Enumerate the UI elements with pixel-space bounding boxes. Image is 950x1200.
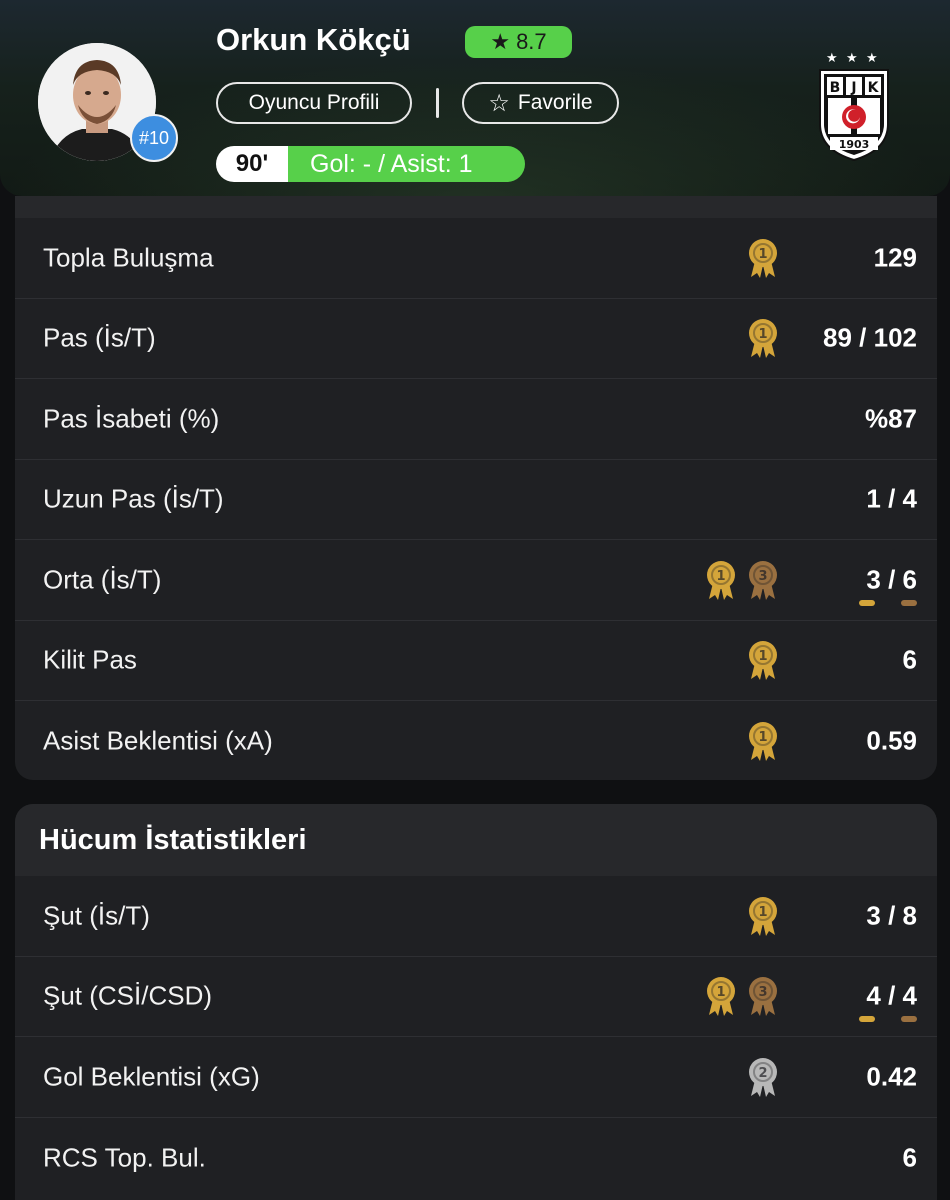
card-header: Hücum İstatistikleri [15, 804, 937, 876]
favorite-button[interactable]: ☆ Favorile [462, 82, 619, 124]
stat-row: RCS Top. Bul. 6 [15, 1118, 937, 1199]
stat-label: Pas İsabeti (%) [43, 403, 220, 434]
besiktas-crest-icon: ★ ★ ★ B J K 1903 [819, 51, 889, 162]
stat-row: Uzun Pas (İs/T) 1 / 4 [15, 460, 937, 540]
rank-indicator-gold [859, 1016, 875, 1022]
stat-value: 0.59 [866, 725, 917, 756]
medal-1-icon: 1 [747, 639, 779, 681]
stat-row: Pas (İs/T) 1 89 / 102 [15, 299, 937, 379]
stat-value: 4 / 4 [866, 980, 917, 1011]
player-name: Orkun Kökçü [216, 22, 411, 57]
medal-3-icon: 3 [747, 559, 779, 601]
svg-text:★: ★ [866, 51, 878, 66]
crest-letter: K [868, 80, 880, 96]
svg-text:1: 1 [758, 327, 767, 342]
svg-text:1: 1 [716, 985, 725, 1000]
medal-1-icon: 1 [747, 317, 779, 359]
stat-value: 89 / 102 [823, 322, 917, 353]
stat-value: 3 / 8 [866, 900, 917, 931]
rating-badge: ★ 8.7 [465, 26, 572, 58]
star-icon: ★ [490, 29, 511, 54]
attack-stats-card: Hücum İstatistikleri Şut (İs/T) 1 3 / 8 Şut… [15, 804, 937, 1200]
stat-label: Uzun Pas (İs/T) [43, 483, 224, 514]
crest-letter: B [830, 80, 841, 96]
medal-1-icon: 1 [705, 559, 737, 601]
goal-assist-summary: Gol: - / Asist: 1 [288, 146, 525, 182]
medal-1-icon: 1 [747, 895, 779, 937]
stat-label: Şut (CSİ/CSD) [43, 980, 213, 1011]
svg-text:2: 2 [758, 1066, 767, 1081]
svg-text:★: ★ [826, 51, 838, 66]
stat-label: Topla Buluşma [43, 242, 214, 273]
minutes-played: 90' [216, 146, 288, 182]
attack-stats-list: Şut (İs/T) 1 3 / 8 Şut (CSİ/CSD) 1 3 4 / 4 Gol … [15, 876, 937, 1198]
stat-value: 1 / 4 [866, 483, 917, 514]
stat-row: Gol Beklentisi (xG) 2 0.42 [15, 1037, 937, 1118]
svg-text:1: 1 [716, 569, 725, 584]
stat-label: Kilit Pas [43, 644, 137, 675]
rank-indicator-gold [859, 599, 875, 606]
stat-row: Kilit Pas 1 6 [15, 621, 937, 701]
stat-label: Şut (İs/T) [43, 900, 150, 931]
player-profile-button[interactable]: Oyuncu Profili [216, 82, 412, 124]
svg-text:1: 1 [758, 247, 767, 262]
stat-row: Şut (İs/T) 1 3 / 8 [15, 876, 937, 957]
player-header: #10 Orkun Kökçü ★ 8.7 Oyuncu Profili ☆ F… [0, 0, 950, 196]
medal-1-icon: 1 [747, 237, 779, 279]
stat-label: Pas (İs/T) [43, 322, 156, 353]
star-outline-icon: ☆ [488, 89, 510, 117]
stat-label: Orta (İs/T) [43, 564, 162, 595]
stat-value: 0.42 [866, 1061, 917, 1092]
club-logo[interactable]: ★ ★ ★ B J K 1903 [814, 46, 894, 164]
stat-row: Topla Buluşma 1 129 [15, 218, 937, 299]
rank-indicator-bronze [901, 1016, 917, 1022]
crest-letter: J [850, 80, 856, 96]
player-profile-label: Oyuncu Profili [248, 91, 380, 114]
svg-text:★: ★ [846, 51, 858, 66]
svg-text:1: 1 [758, 649, 767, 664]
svg-text:1: 1 [758, 730, 767, 745]
stat-label: Gol Beklentisi (xG) [43, 1061, 260, 1092]
stat-label: RCS Top. Bul. [43, 1142, 206, 1173]
rating-value: 8.7 [516, 29, 547, 54]
stat-row: Pas İsabeti (%) %87 [15, 379, 937, 460]
rank-indicator-bronze [901, 599, 917, 606]
svg-text:1: 1 [758, 905, 767, 920]
stat-value: 129 [873, 242, 917, 273]
medal-3-icon: 3 [747, 975, 779, 1017]
medal-2-icon: 2 [747, 1056, 779, 1098]
medal-1-icon: 1 [747, 720, 779, 762]
crest-year: 1903 [839, 138, 870, 151]
stat-row: Şut (CSİ/CSD) 1 3 4 / 4 [15, 957, 937, 1037]
stat-value: 6 [902, 644, 917, 675]
card-top-strip [15, 196, 937, 218]
passing-stats-list: Topla Buluşma 1 129 Pas (İs/T) 1 89 / 102 Pas … [15, 218, 937, 780]
button-divider [436, 88, 439, 118]
passing-stats-card: Topla Buluşma 1 129 Pas (İs/T) 1 89 / 102 Pas … [15, 196, 937, 780]
jersey-number-badge: #10 [130, 114, 178, 162]
stat-row: Orta (İs/T) 1 3 3 / 6 [15, 540, 937, 621]
stat-value: %87 [864, 403, 917, 434]
stat-row: Asist Beklentisi (xA) 1 0.59 [15, 701, 937, 780]
svg-text:3: 3 [758, 569, 767, 584]
svg-text:3: 3 [758, 985, 767, 1000]
stat-value: 6 [902, 1142, 917, 1173]
card-title: Hücum İstatistikleri [39, 823, 307, 856]
stat-label: Asist Beklentisi (xA) [43, 725, 273, 756]
stat-value: 3 / 6 [866, 564, 917, 595]
favorite-label: Favorile [517, 91, 593, 114]
medal-1-icon: 1 [705, 975, 737, 1017]
